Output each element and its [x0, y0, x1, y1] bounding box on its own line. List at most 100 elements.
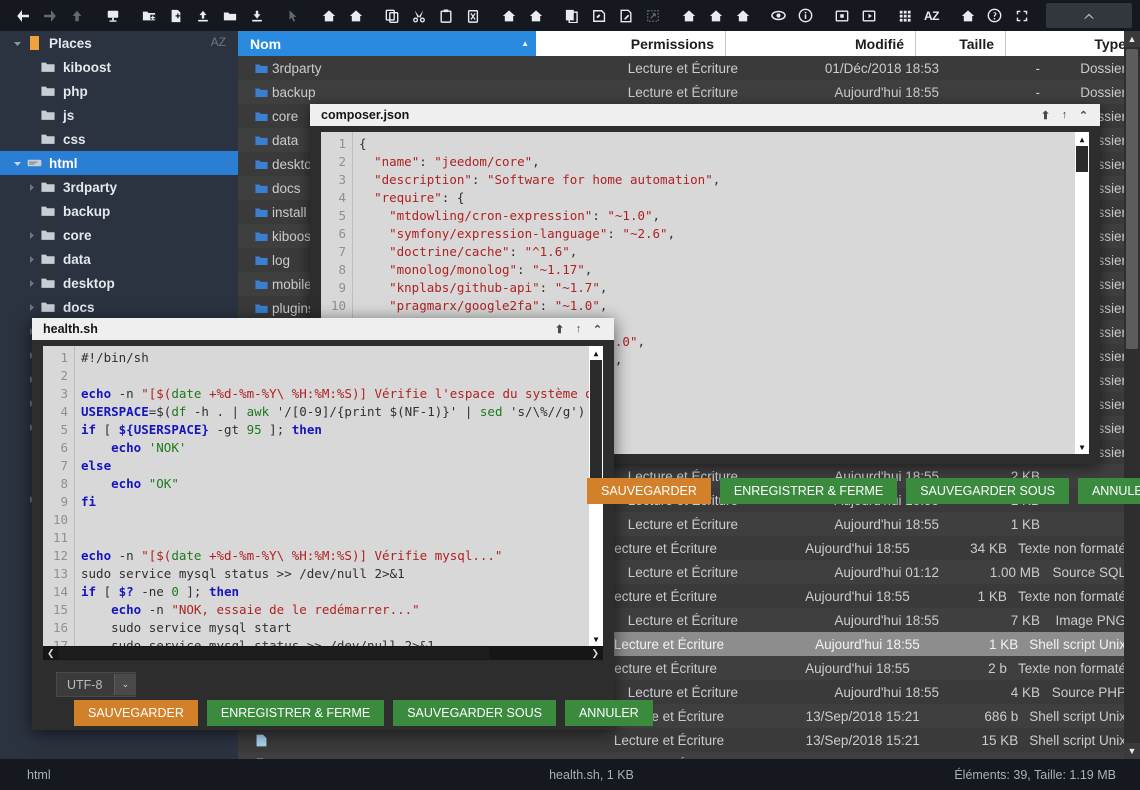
new-file-icon[interactable]	[163, 3, 188, 28]
duplicate-icon[interactable]	[559, 3, 584, 28]
twisty-icon[interactable]	[24, 247, 38, 271]
raise-icon[interactable]: ↑	[569, 318, 588, 340]
forward-icon[interactable]	[37, 3, 62, 28]
save-and-close-button[interactable]: ENREGISTRER & FERME	[719, 478, 898, 504]
save-button[interactable]: SAUVEGARDER	[74, 700, 198, 726]
twisty-icon[interactable]	[24, 175, 38, 199]
table-row[interactable]: Lecture et Écriture13/Sep/2018 15:2115 K…	[238, 728, 1140, 752]
home-filled2-icon[interactable]	[523, 3, 548, 28]
copy-icon[interactable]	[379, 3, 404, 28]
cancel-button[interactable]: ANNULER	[564, 700, 653, 726]
health-scroll-down-icon[interactable]: ▼	[589, 632, 603, 646]
upload-icon[interactable]	[190, 3, 215, 28]
hscroll-left-icon[interactable]: ❮	[43, 648, 59, 659]
twisty-icon[interactable]	[24, 55, 38, 79]
collapse-icon[interactable]: ⌃	[1074, 104, 1093, 126]
chevron-down-icon[interactable]	[10, 31, 24, 55]
twisty-icon[interactable]	[24, 199, 38, 223]
health-titlebar[interactable]: health.sh ⬆ ↑ ⌃	[32, 318, 614, 340]
encoding-select[interactable]: UTF-8 ⌄	[56, 672, 137, 697]
rename-icon[interactable]	[586, 3, 611, 28]
terminal-icon[interactable]	[829, 3, 854, 28]
raise-icon[interactable]: ↑	[1055, 104, 1074, 126]
table-row[interactable]: Lecture et Écriture13/Sep/2018 15:2115 K…	[238, 752, 1140, 759]
sort-az-icon[interactable]: A​Z	[919, 3, 944, 28]
composer-scroll-up-icon[interactable]: ▲	[1075, 132, 1089, 146]
sidebar-item-data[interactable]: data	[0, 247, 238, 271]
column-header-permissions[interactable]: Permissions	[536, 31, 726, 56]
grid-view-icon[interactable]	[892, 3, 917, 28]
file-list-scrollbar[interactable]: ▲ ▼	[1124, 31, 1140, 759]
twisty-icon[interactable]	[10, 151, 24, 175]
health-horizontal-scrollbar[interactable]: ❮ ❯	[43, 646, 603, 660]
up-icon[interactable]	[64, 3, 89, 28]
extract-icon[interactable]	[640, 3, 665, 28]
mount-icon[interactable]	[100, 3, 125, 28]
sort-az-icon[interactable]: AZ	[211, 35, 226, 49]
sidebar-item-3rdparty[interactable]: 3rdparty	[0, 175, 238, 199]
sidebar-item-php[interactable]: php	[0, 79, 238, 103]
health-scroll-thumb[interactable]	[590, 360, 602, 480]
home-icon[interactable]	[316, 3, 341, 28]
column-header-name[interactable]: Nom ▲	[238, 31, 536, 56]
column-header-type[interactable]: Type	[1006, 31, 1140, 56]
sidebar-item-desktop[interactable]: desktop	[0, 271, 238, 295]
sidebar-item-docs[interactable]: docs	[0, 295, 238, 319]
save-as-button[interactable]: SAUVEGARDER SOUS	[906, 478, 1069, 504]
save-button[interactable]: SAUVEGARDER	[587, 478, 711, 504]
cancel-button[interactable]: ANNULER	[1077, 478, 1140, 504]
health-code-text[interactable]: #!/bin/sh echo -n "[$(date +%d-%m-%Y\ %H…	[75, 346, 603, 646]
new-folder-icon[interactable]	[136, 3, 161, 28]
composer-scroll-down-icon[interactable]: ▼	[1075, 440, 1089, 454]
rename-home-icon[interactable]	[496, 3, 521, 28]
select-cursor-icon[interactable]	[280, 3, 305, 28]
save-as-button[interactable]: SAUVEGARDER SOUS	[393, 700, 556, 726]
home6-icon[interactable]	[955, 3, 980, 28]
twisty-icon[interactable]	[24, 223, 38, 247]
hscroll-thumb[interactable]	[59, 647, 489, 659]
collapse-icon[interactable]: ⌃	[588, 318, 607, 340]
fullscreen-icon[interactable]	[1009, 3, 1034, 28]
home4-icon[interactable]	[703, 3, 728, 28]
home-filled-icon[interactable]	[343, 3, 368, 28]
sidebar-header-places[interactable]: Places AZ	[0, 31, 238, 55]
save-and-close-button[interactable]: ENREGISTRER & FERME	[206, 700, 385, 726]
back-icon[interactable]	[10, 3, 35, 28]
sidebar-item-core[interactable]: core	[0, 223, 238, 247]
sidebar-item-kiboost[interactable]: kiboost	[0, 55, 238, 79]
delete-icon[interactable]	[460, 3, 485, 28]
table-row[interactable]: 3rdparty Lecture et Écriture 01/Déc/2018 1…	[238, 56, 1140, 80]
scroll-down-button[interactable]: ▼	[1124, 743, 1140, 759]
column-header-modified[interactable]: Modifié	[726, 31, 916, 56]
pin-icon[interactable]: ⬆	[550, 318, 569, 340]
twisty-icon[interactable]	[24, 103, 38, 127]
scroll-up-button[interactable]: ▲	[1124, 31, 1140, 47]
sidebar-item-js[interactable]: js	[0, 103, 238, 127]
chevron-down-icon[interactable]: ⌄	[114, 674, 136, 695]
toolbar-collapse-button[interactable]	[1046, 3, 1132, 28]
health-scroll-up-icon[interactable]: ▲	[589, 346, 603, 360]
hscroll-right-icon[interactable]: ❯	[587, 648, 603, 659]
twisty-icon[interactable]	[24, 295, 38, 319]
composer-titlebar[interactable]: composer.json ⬆ ↑ ⌃	[310, 104, 1100, 126]
sidebar-item-css[interactable]: css	[0, 127, 238, 151]
paste-icon[interactable]	[433, 3, 458, 28]
help-icon[interactable]	[982, 3, 1007, 28]
open-folder-icon[interactable]	[217, 3, 242, 28]
edit-file-icon[interactable]	[613, 3, 638, 28]
twisty-icon[interactable]	[24, 271, 38, 295]
scroll-thumb[interactable]	[1126, 49, 1138, 349]
twisty-icon[interactable]	[24, 79, 38, 103]
terminal2-icon[interactable]	[856, 3, 881, 28]
composer-scroll-thumb[interactable]	[1076, 146, 1088, 172]
column-header-size[interactable]: Taille	[916, 31, 1006, 56]
sidebar-item-backup[interactable]: backup	[0, 199, 238, 223]
home3-icon[interactable]	[676, 3, 701, 28]
sidebar-item-html[interactable]: html	[0, 151, 238, 175]
twisty-icon[interactable]	[24, 127, 38, 151]
composer-code-scrollbar[interactable]: ▲ ▼	[1075, 132, 1089, 454]
download-icon[interactable]	[244, 3, 269, 28]
info-icon[interactable]	[793, 3, 818, 28]
health-code-area[interactable]: 123456789101112131415161718192021 #!/bin…	[43, 346, 603, 646]
pin-icon[interactable]: ⬆	[1036, 104, 1055, 126]
